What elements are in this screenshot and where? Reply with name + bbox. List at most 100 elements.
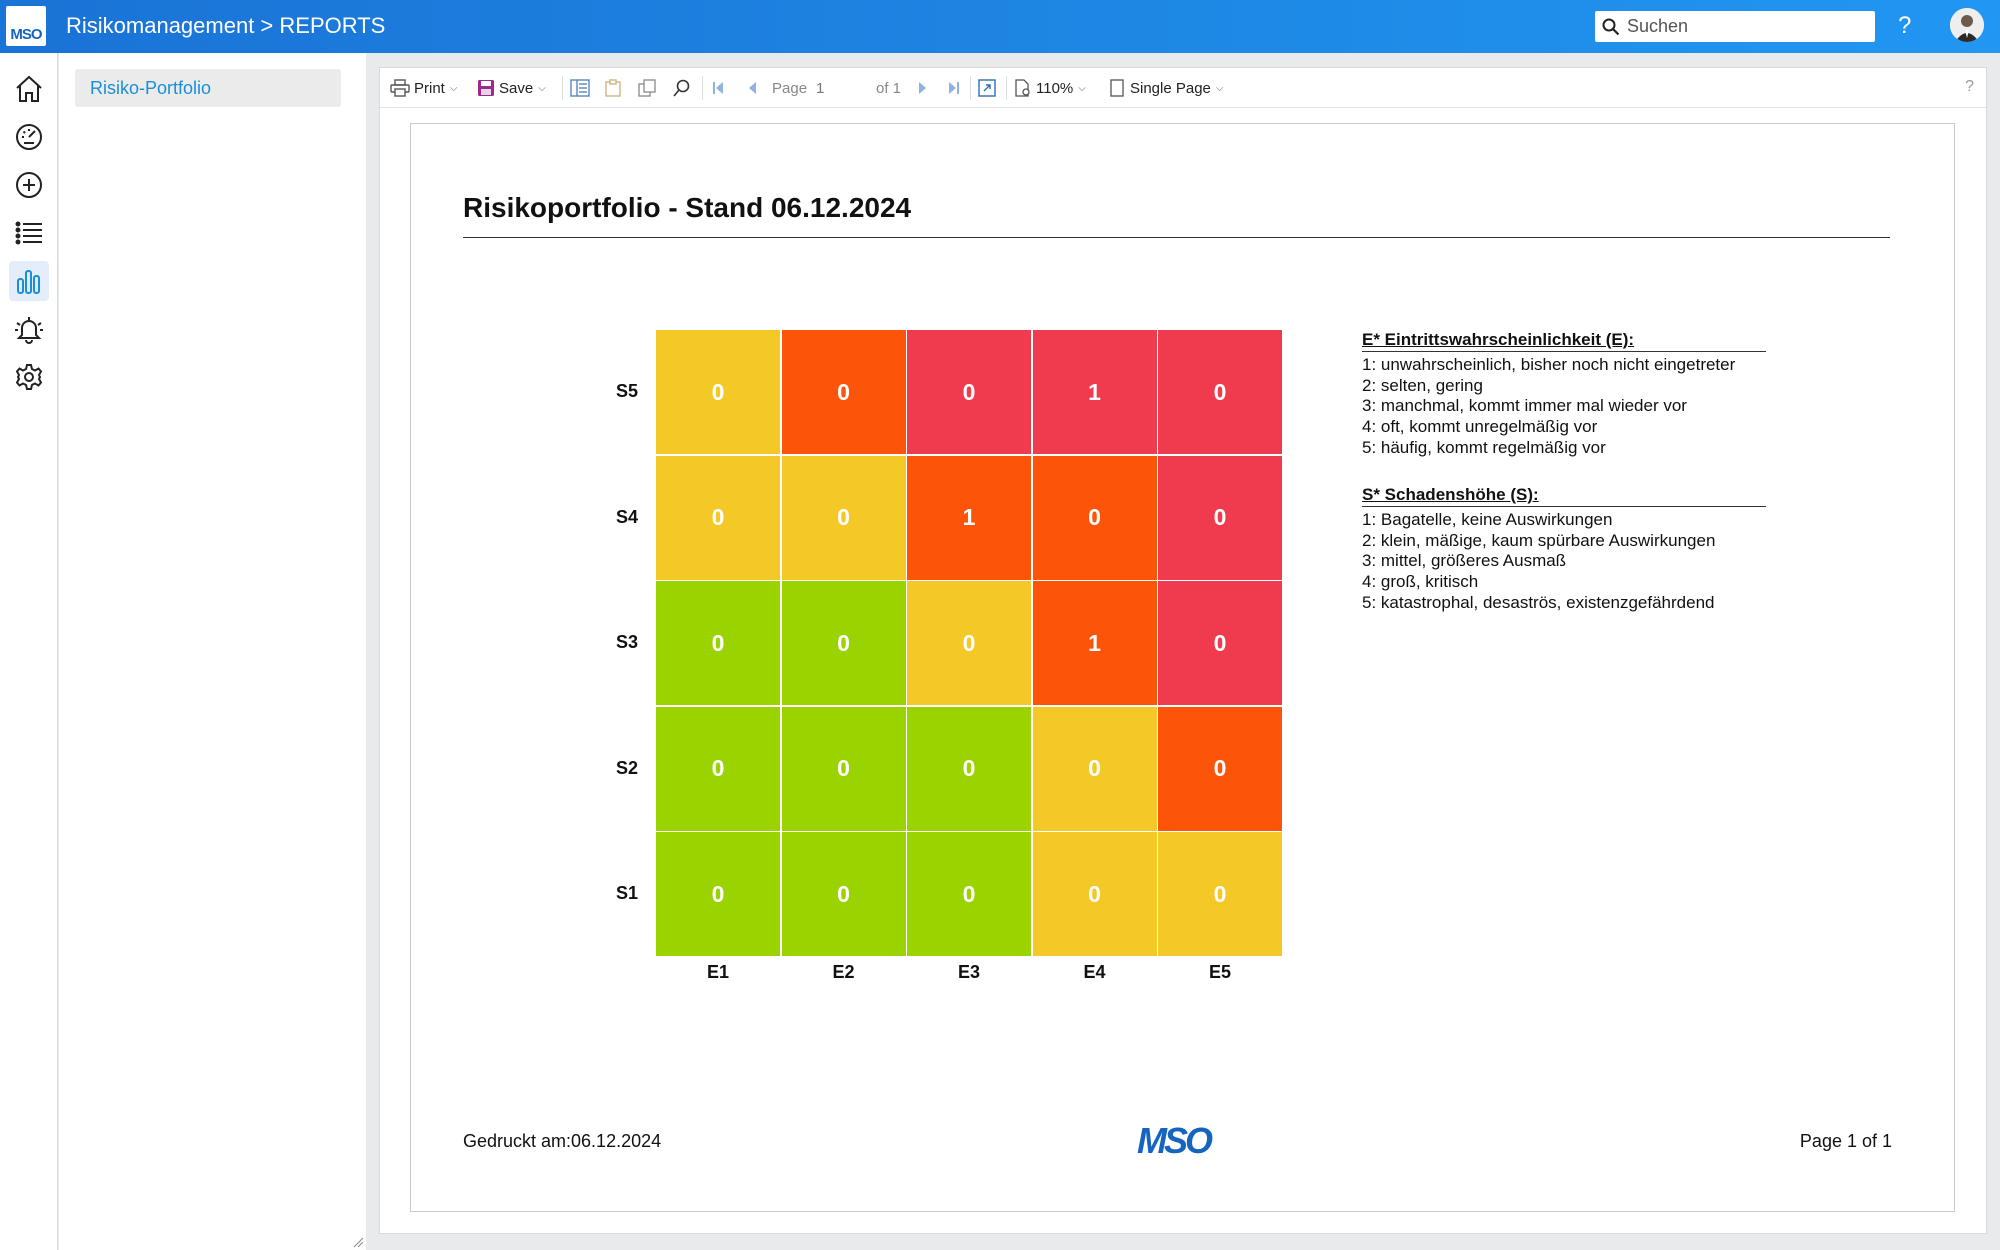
legend-probability: E* Eintrittswahrscheinlichkeit (E): 1: u…	[1362, 330, 1766, 459]
legend-line: 5: katastrophal, desaströs, existenzgefä…	[1362, 592, 1715, 612]
heatmap-cell-s3-e4: 1	[1032, 581, 1157, 705]
page-label: Page	[772, 79, 808, 97]
heatmap-cell-s2-e5: 0	[1158, 706, 1282, 831]
heatmap-cell-s1-e2: 0	[781, 832, 906, 956]
viewer-help-button[interactable]: ?	[1965, 78, 1974, 96]
subnav-item-risiko-portfolio[interactable]: Risiko-Portfolio	[75, 69, 400, 107]
heatmap-cell-s3-e2: 0	[781, 581, 906, 705]
heatmap-cell-s4-e2: 0	[781, 455, 906, 580]
heatmap-cell-s4-e4: 0	[1032, 455, 1157, 580]
copy-button[interactable]	[638, 78, 656, 98]
resize-handle-icon[interactable]	[352, 1236, 364, 1248]
legend-line: 3: mittel, größeres Ausmaß	[1362, 551, 1567, 571]
legend-line: 5: häufig, kommt regelmäßig vor	[1362, 437, 1606, 457]
mso-logo[interactable]: MSO	[6, 6, 46, 46]
user-avatar[interactable]	[1950, 8, 1984, 42]
heatmap-cell-s2-e2: 0	[781, 706, 906, 831]
heatmap-cell-s1-e5: 0	[1158, 832, 1282, 956]
zoom-value: 110%	[1036, 79, 1074, 97]
last-page-icon	[949, 82, 959, 94]
icon-rail	[0, 53, 58, 1250]
add-circle-icon[interactable]	[9, 165, 49, 205]
next-page-button[interactable]	[914, 78, 930, 98]
sidebar-toggle-button[interactable]	[570, 78, 590, 98]
first-page-button[interactable]	[710, 78, 726, 98]
chevron-down-icon: ⌵	[1215, 82, 1224, 94]
next-page-icon	[919, 82, 926, 94]
mso-footer-logo: MSO	[1137, 1120, 1213, 1161]
settings-gear-icon[interactable]	[9, 357, 49, 397]
heatmap-cell-s4-e1: 0	[656, 455, 780, 580]
col-label-e4: E4	[1083, 961, 1106, 982]
print-label: Print	[414, 79, 445, 97]
legend-line: 4: groß, kritisch	[1362, 572, 1479, 592]
col-label-e1: E1	[706, 961, 730, 982]
col-label-e3: E3	[957, 961, 981, 982]
dashboard-gauge-icon[interactable]	[9, 117, 49, 157]
save-button[interactable]: Save ⌵	[477, 78, 546, 98]
paste-button[interactable]	[604, 78, 622, 98]
page-footer: Page 1 of 1	[1799, 1131, 1892, 1151]
chevron-down-icon: ⌵	[449, 82, 458, 94]
search-input[interactable]	[1627, 15, 1867, 38]
printed-date: Gedruckt am:06.12.2024	[463, 1131, 662, 1151]
heatmap-cell-s5-e2: 0	[781, 330, 906, 454]
toolbar-divider	[970, 76, 971, 100]
page-count-label: of 1	[876, 79, 902, 97]
legend-line: 2: klein, mäßige, kaum spürbare Auswirku…	[1362, 530, 1716, 550]
previous-page-icon	[749, 82, 756, 94]
toolbar-divider	[702, 76, 703, 100]
row-label-s4: S4	[615, 506, 638, 527]
chevron-down-icon: ⌵	[538, 82, 546, 94]
heatmap-cell-s3-e5: 0	[1158, 581, 1282, 705]
help-button[interactable]: ?	[1898, 12, 1911, 40]
legend-line: 3: manchmal, kommt immer mal wieder vor	[1362, 396, 1687, 416]
heatmap-cell-s5-e5: 0	[1158, 330, 1282, 454]
legend-line: 2: selten, gering	[1362, 375, 1483, 395]
find-button[interactable]	[673, 78, 691, 98]
heatmap-cell-s1-e1: 0	[656, 832, 780, 956]
fullscreen-icon	[978, 79, 996, 97]
print-button[interactable]: Print ⌵	[390, 78, 457, 98]
top-bar: MSO Risikomanagement > REPORTS ?	[0, 0, 2000, 53]
alarm-bell-icon[interactable]	[9, 309, 49, 349]
report-viewer: Print ⌵ Save ⌵ Page of 1	[379, 67, 1987, 1234]
heatmap-cell-s2-e3: 0	[907, 706, 1031, 831]
home-icon[interactable]	[9, 69, 49, 109]
copy-icon	[638, 79, 656, 97]
legend-severity: S* Schadenshöhe (S): 1: Bagatelle, keine…	[1362, 485, 1766, 614]
row-label-s3: S3	[615, 632, 638, 652]
page-number-input[interactable]	[816, 78, 872, 98]
report-page: Risikoportfolio - Stand 06.12.2024 S5 0 0 0…	[410, 123, 1955, 1212]
legend-line: 1: Bagatelle, keine Auswirkungen	[1362, 510, 1613, 529]
zoom-select[interactable]: 110% ⌵	[1014, 78, 1086, 98]
heatmap-cell-s1-e4: 0	[1032, 832, 1157, 956]
heatmap-cell-s2-e1: 0	[656, 706, 780, 831]
last-page-button[interactable]	[946, 78, 962, 98]
heatmap-cell-s5-e3: 0	[907, 330, 1031, 454]
heatmap-cell-s5-e1: 0	[656, 330, 780, 454]
search-box[interactable]	[1595, 11, 1875, 42]
row-label-s1: S1	[615, 883, 638, 903]
view-mode-select[interactable]: Single Page ⌵	[1110, 78, 1224, 98]
heatmap-cell-s3-e3: 0	[907, 581, 1031, 705]
col-label-e2: E2	[832, 961, 855, 982]
magnifier-icon	[673, 79, 690, 97]
chevron-down-icon: ⌵	[1078, 82, 1086, 94]
row-label-s5: S5	[615, 381, 638, 401]
single-page-icon	[1110, 79, 1124, 97]
bar-chart-icon[interactable]	[9, 261, 49, 301]
page-zoom-icon	[1015, 79, 1030, 97]
fullscreen-button[interactable]	[978, 78, 996, 98]
heatmap-cell-s1-e3: 0	[907, 832, 1031, 956]
reports-subnav: Risiko-Portfolio	[59, 53, 366, 1250]
col-label-e5: E5	[1208, 961, 1232, 982]
sidebar-panel-icon	[570, 79, 590, 97]
title-divider	[463, 237, 1890, 238]
save-disk-icon	[478, 80, 494, 96]
previous-page-button[interactable]	[745, 78, 761, 98]
logo-text: MSO	[10, 26, 42, 43]
list-icon[interactable]	[9, 213, 49, 253]
first-page-icon	[713, 82, 723, 94]
report-title: Risikoportfolio - Stand 06.12.2024	[463, 192, 912, 223]
